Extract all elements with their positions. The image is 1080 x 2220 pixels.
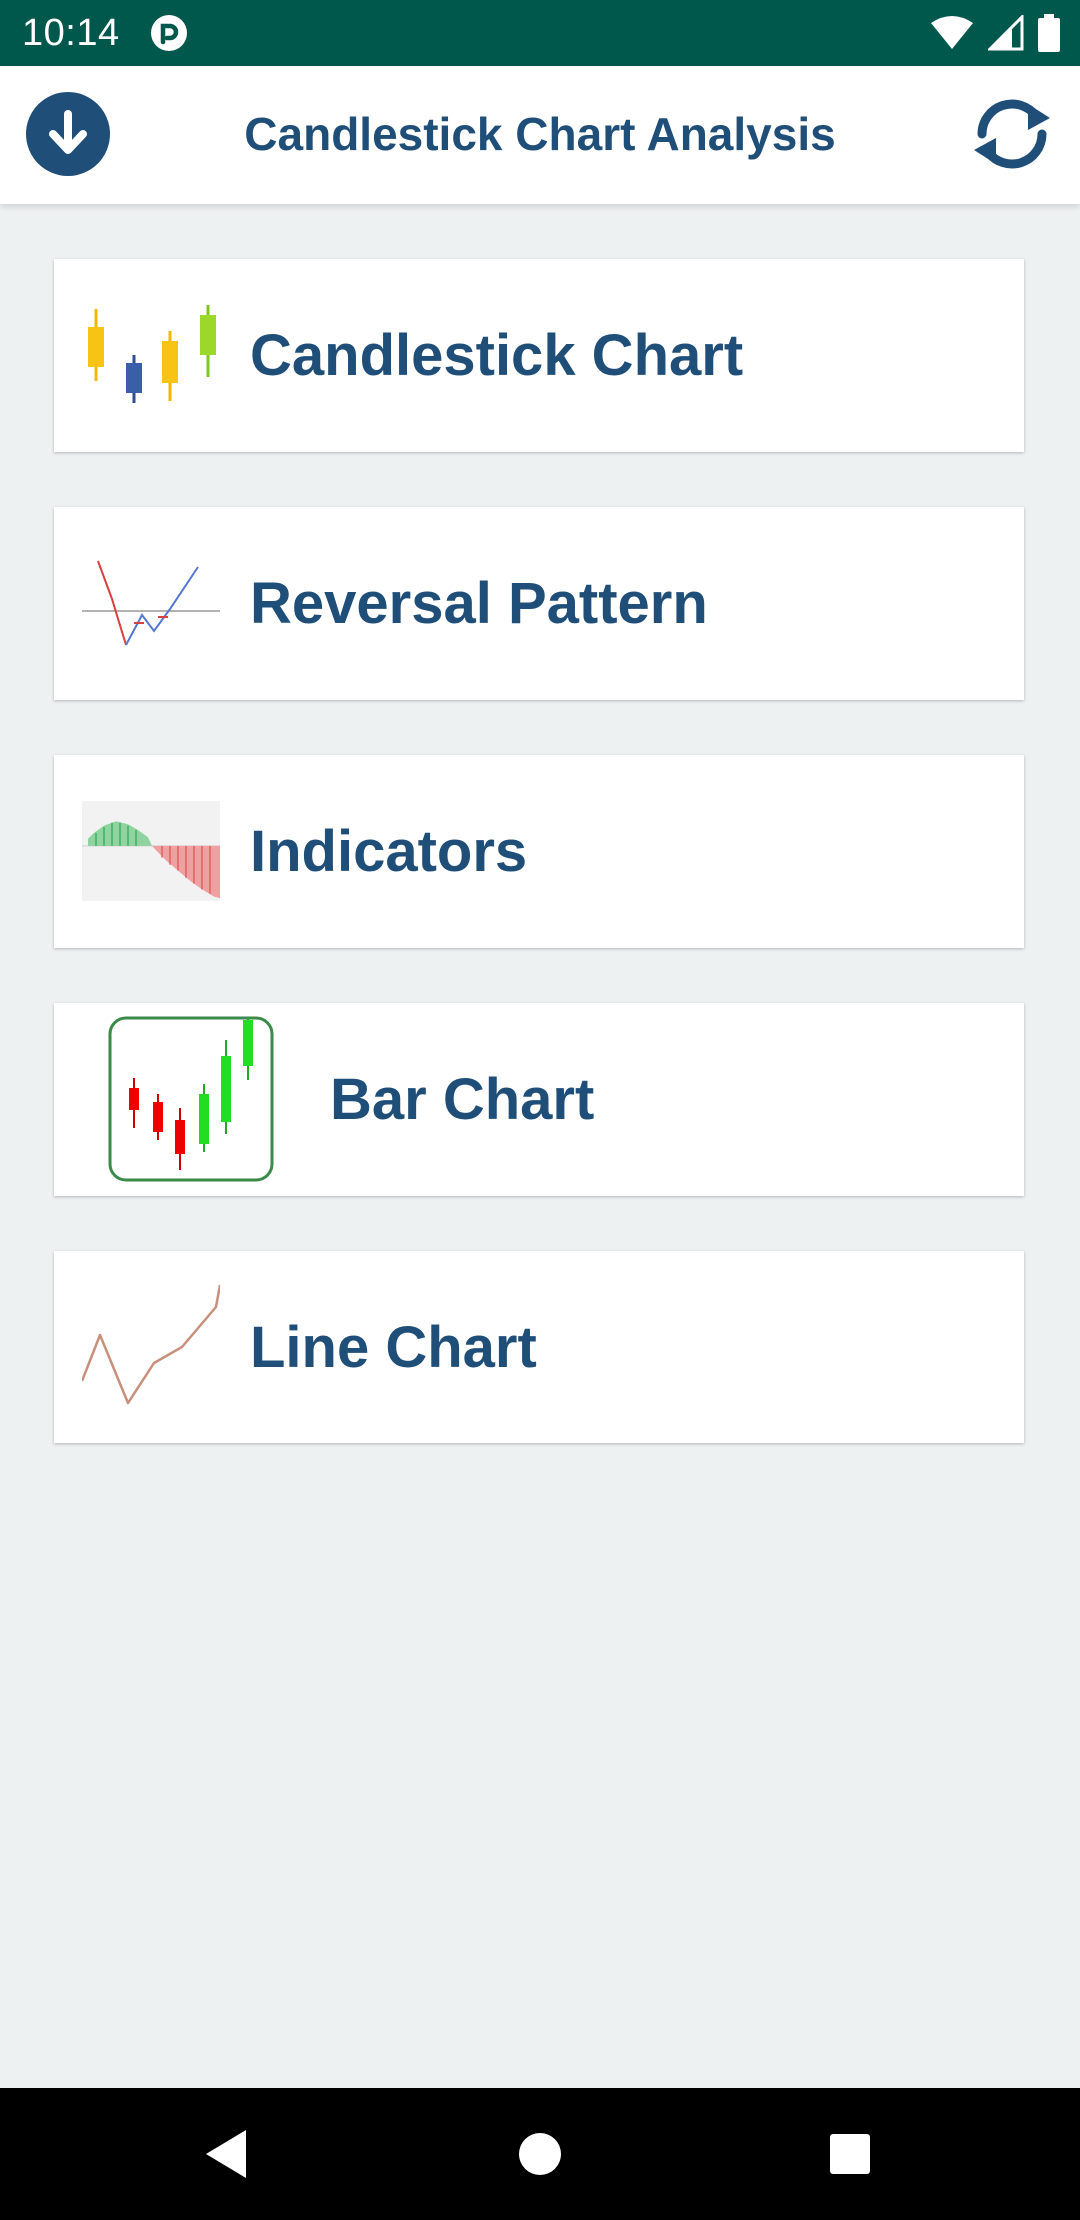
- menu-item-label: Bar Chart: [330, 1067, 595, 1132]
- home-button[interactable]: [504, 2118, 576, 2190]
- status-icons: [930, 12, 1060, 54]
- menu-item-bar-chart[interactable]: Bar Chart: [54, 1003, 1024, 1196]
- back-button[interactable]: [190, 2118, 262, 2190]
- refresh-icon: [974, 99, 1050, 169]
- menu-item-label: Line Chart: [250, 1315, 537, 1380]
- indicators-icon: [82, 801, 220, 901]
- app-notification-icon: [151, 15, 187, 51]
- navigation-bar: [0, 2088, 1080, 2220]
- bar-chart-icon: [108, 1016, 274, 1182]
- back-icon: [206, 2130, 246, 2178]
- menu-item-label: Candlestick Chart: [250, 323, 744, 388]
- menu-item-candlestick-chart[interactable]: Candlestick Chart: [54, 259, 1024, 452]
- menu-item-reversal-pattern[interactable]: Reversal Pattern: [54, 507, 1024, 700]
- signal-icon: [988, 15, 1024, 51]
- menu-item-label: Indicators: [250, 819, 528, 884]
- menu-item-indicators[interactable]: Indicators: [54, 755, 1024, 948]
- line-chart-icon: [82, 1284, 220, 1405]
- menu-item-line-chart[interactable]: Line Chart: [54, 1251, 1024, 1443]
- refresh-button[interactable]: [966, 88, 1058, 180]
- reversal-pattern-icon: [82, 560, 220, 646]
- status-time: 10:14: [22, 12, 120, 54]
- wifi-icon: [931, 16, 973, 49]
- menu-item-label: Reversal Pattern: [250, 571, 708, 636]
- candlestick-chart-icon: [88, 305, 216, 403]
- home-icon: [519, 2133, 561, 2175]
- battery-icon: [1038, 14, 1060, 52]
- recents-button[interactable]: [814, 2118, 886, 2190]
- app-bar: Candlestick Chart Analysis: [0, 66, 1080, 204]
- recents-icon: [830, 2134, 870, 2174]
- page-title: Candlestick Chart Analysis: [244, 108, 836, 160]
- status-bar: 10:14: [0, 0, 1080, 66]
